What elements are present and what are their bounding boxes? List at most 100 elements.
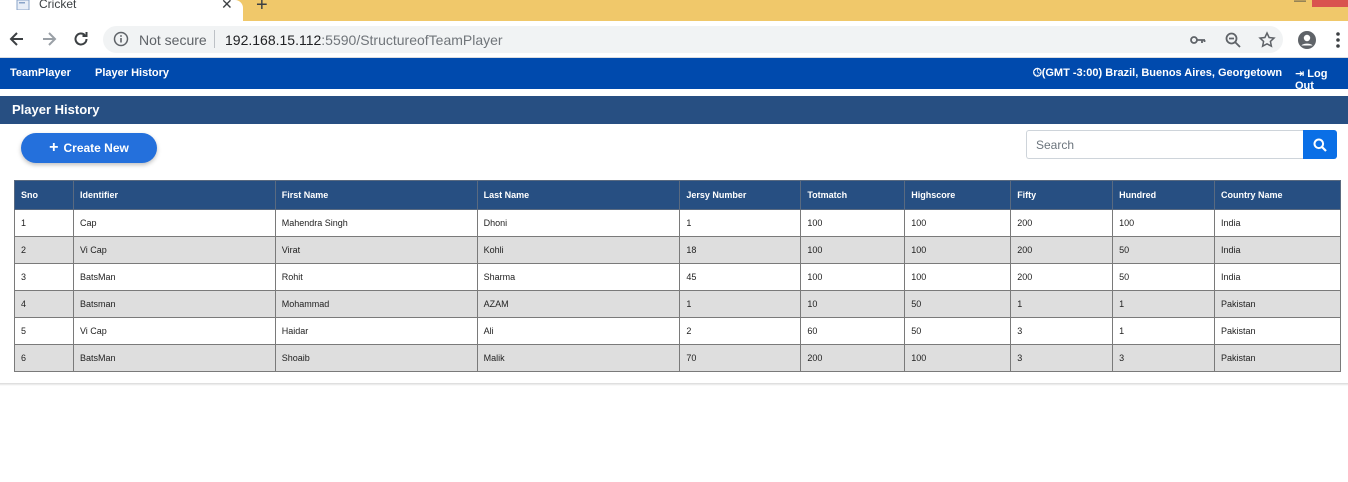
url-text[interactable]: 192.168.15.112:5590/StructureofTeamPlaye… [225,32,503,48]
browser-tab-strip: Cricket ✕ + — [0,0,1348,21]
key-icon[interactable] [1189,31,1207,49]
browser-tab[interactable]: Cricket ✕ [0,0,243,21]
column-header[interactable]: Sno [14,180,74,210]
table-cell: 70 [679,344,802,372]
table-cell: Sharma [476,263,681,291]
plus-icon: + [49,139,59,156]
back-icon[interactable] [7,29,27,49]
navbar-gap [0,89,1348,96]
table-cell: 50 [1112,263,1216,291]
reload-icon[interactable] [71,29,91,49]
clock-icon: 🕓︎ [1033,67,1042,79]
column-header[interactable]: Jersy Number [679,180,802,210]
table-row[interactable]: 4 Batsman Mohammad AZAM 1 10 50 1 1 Paki… [14,290,1341,318]
table-cell: Vi Cap [72,236,276,264]
table-cell: 4 [14,290,74,318]
address-bar[interactable]: Not secure 192.168.15.112:5590/Structure… [103,26,1283,53]
column-header[interactable]: First Name [274,180,478,210]
info-icon[interactable] [113,31,129,47]
table-cell: 5 [14,317,74,345]
table-cell: Ali [476,317,681,345]
table-cell: 100 [904,209,1012,237]
table-cell: 50 [904,290,1012,318]
bookmark-star-icon[interactable] [1258,31,1276,49]
close-tab-icon[interactable]: ✕ [221,0,233,13]
table-cell: BatsMan [72,263,276,291]
search-input[interactable] [1026,130,1304,159]
table-cell: 3 [14,263,74,291]
table-cell: Kohli [476,236,681,264]
table-cell: Vi Cap [72,317,276,345]
table-row[interactable]: 2 Vi Cap Virat Kohli 18 100 100 200 50 I… [14,236,1341,264]
table-cell: 10 [800,290,906,318]
table-cell: 2 [679,317,802,345]
table-cell: 1 [1010,290,1114,318]
column-header[interactable]: Highscore [904,180,1012,210]
table-cell: Mahendra Singh [274,209,478,237]
table-cell: 3 [1010,344,1114,372]
table-cell: 3 [1112,344,1216,372]
table-cell: 2 [14,236,74,264]
player-history-table: Sno Identifier First Name Last Name Jers… [14,180,1341,372]
nav-link-teamplayer[interactable]: TeamPlayer [10,67,71,79]
table-cell: India [1214,263,1341,291]
table-cell: 1 [679,290,802,318]
column-header[interactable]: Hundred [1112,180,1216,210]
table-cell: 1 [1112,290,1216,318]
table-row[interactable]: 1 Cap Mahendra Singh Dhoni 1 100 100 200… [14,209,1341,237]
table-cell: Pakistan [1214,344,1341,372]
create-new-label: Create New [63,141,129,155]
table-header-row: Sno Identifier First Name Last Name Jers… [14,180,1341,210]
column-header[interactable]: Last Name [476,180,681,210]
column-header[interactable]: Totmatch [800,180,906,210]
search-button[interactable] [1303,130,1337,159]
table-row[interactable]: 3 BatsMan Rohit Sharma 45 100 100 200 50… [14,263,1341,291]
table-cell: 18 [679,236,802,264]
table-cell: Dhoni [476,209,681,237]
omnibox-divider [214,30,215,48]
search-icon [1313,138,1327,152]
table-cell: 6 [14,344,74,372]
table-cell: BatsMan [72,344,276,372]
table-cell: 60 [800,317,906,345]
minimize-icon[interactable]: — [1294,0,1306,7]
table-cell: 100 [904,263,1012,291]
table-row[interactable]: 6 BatsMan Shoaib Malik 70 200 100 3 3 Pa… [14,344,1341,372]
browser-menu-icon[interactable] [1334,30,1342,50]
table-cell: 200 [1010,236,1114,264]
column-header[interactable]: Fifty [1010,180,1114,210]
nav-link-player-history[interactable]: Player History [95,67,169,79]
column-header[interactable]: Identifier [72,180,276,210]
table-cell: Batsman [72,290,276,318]
table-cell: 100 [800,236,906,264]
table-cell: 50 [904,317,1012,345]
table-cell: 1 [679,209,802,237]
table-cell: AZAM [476,290,681,318]
table-cell: Pakistan [1214,317,1341,345]
table-cell: India [1214,236,1341,264]
table-cell: 1 [1112,317,1216,345]
table-cell: 3 [1010,317,1114,345]
profile-icon[interactable] [1297,30,1317,50]
table-cell: Haidar [274,317,478,345]
column-header[interactable]: Country Name [1214,180,1341,210]
create-new-button[interactable]: + Create New [21,133,157,163]
table-cell: 45 [679,263,802,291]
table-cell: 100 [800,263,906,291]
table-cell: 200 [1010,209,1114,237]
tab-title: Cricket [39,0,77,11]
table-cell: Malik [476,344,681,372]
table-row[interactable]: 5 Vi Cap Haidar Ali 2 60 50 3 1 Pakistan [14,317,1341,345]
new-tab-icon[interactable]: + [256,0,268,17]
table-cell: 100 [904,236,1012,264]
table-cell: 100 [904,344,1012,372]
table-cell: 200 [800,344,906,372]
table-cell: Pakistan [1214,290,1341,318]
table-cell: 200 [1010,263,1114,291]
window-close-button[interactable] [1312,0,1348,7]
table-cell: Shoaib [274,344,478,372]
table-cell: 100 [800,209,906,237]
forward-icon[interactable] [39,29,59,49]
content-bottom-divider [0,383,1348,386]
zoom-icon[interactable] [1224,31,1242,49]
